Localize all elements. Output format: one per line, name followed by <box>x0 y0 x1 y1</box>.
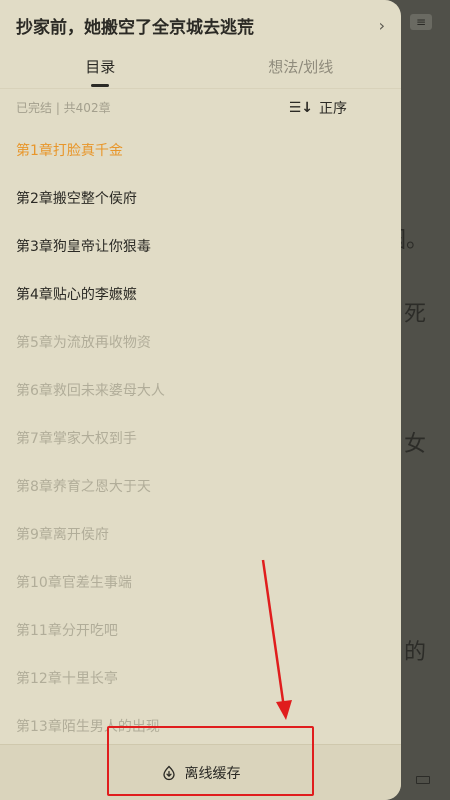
tab-notes-label: 想法/划线 <box>268 58 334 76</box>
battery-icon <box>416 776 430 784</box>
chapter-item[interactable]: 第12章十里长亭 <box>0 654 401 702</box>
chapter-item[interactable]: 第7章掌家大权到手 <box>0 414 401 462</box>
tab-notes[interactable]: 想法/划线 <box>201 50 402 77</box>
sort-button[interactable]: ☰↓ 正序 <box>289 98 347 118</box>
chapter-list: 第1章打脸真千金 第2章搬空整个侯府 第3章狗皇帝让你狠毒 第4章贴心的李嬷嬷 … <box>0 126 401 750</box>
chapter-item[interactable]: 第1章打脸真千金 <box>0 126 401 174</box>
book-status: 已完结 | 共402章 <box>16 101 111 115</box>
toc-drawer: 抄家前，她搬空了全京城去逃荒 › 目录 想法/划线 已完结 | 共402章 ☰↓… <box>0 0 401 800</box>
reader-text-fragment: 女 <box>403 432 426 457</box>
chapter-item[interactable]: 第9章离开侯府 <box>0 510 401 558</box>
tab-contents[interactable]: 目录 <box>0 50 201 87</box>
sort-order-icon: ☰↓ <box>288 99 313 116</box>
chapter-item[interactable]: 第3章狗皇帝让你狠毒 <box>0 222 401 270</box>
chapter-item[interactable]: 第2章搬空整个侯府 <box>0 174 401 222</box>
reader-text-fragment: 死 <box>403 302 426 327</box>
reader-text-fragment: 的 <box>403 640 426 665</box>
chevron-right-icon[interactable]: › <box>365 16 385 35</box>
chapter-item[interactable]: 第4章贴心的李嬷嬷 <box>0 270 401 318</box>
toc-meta-row: 已完结 | 共402章 ☰↓ 正序 <box>0 88 401 126</box>
chapter-item[interactable]: 第5章为流放再收物资 <box>0 318 401 366</box>
book-title: 抄家前，她搬空了全京城去逃荒 <box>16 17 254 38</box>
chapter-item[interactable]: 第6章救回未来婆母大人 <box>0 366 401 414</box>
menu-icon[interactable]: ≡ <box>410 14 432 30</box>
book-header[interactable]: 抄家前，她搬空了全京城去逃荒 › <box>0 0 401 50</box>
tab-bar: 目录 想法/划线 <box>0 50 401 88</box>
active-tab-indicator <box>91 84 110 87</box>
sort-label: 正序 <box>319 100 347 117</box>
tab-contents-label: 目录 <box>85 58 116 76</box>
chapter-item[interactable]: 第8章养育之恩大于天 <box>0 462 401 510</box>
annotation-highlight-box <box>107 726 314 796</box>
chapter-item[interactable]: 第11章分开吃吧 <box>0 606 401 654</box>
chapter-item[interactable]: 第10章官差生事端 <box>0 558 401 606</box>
